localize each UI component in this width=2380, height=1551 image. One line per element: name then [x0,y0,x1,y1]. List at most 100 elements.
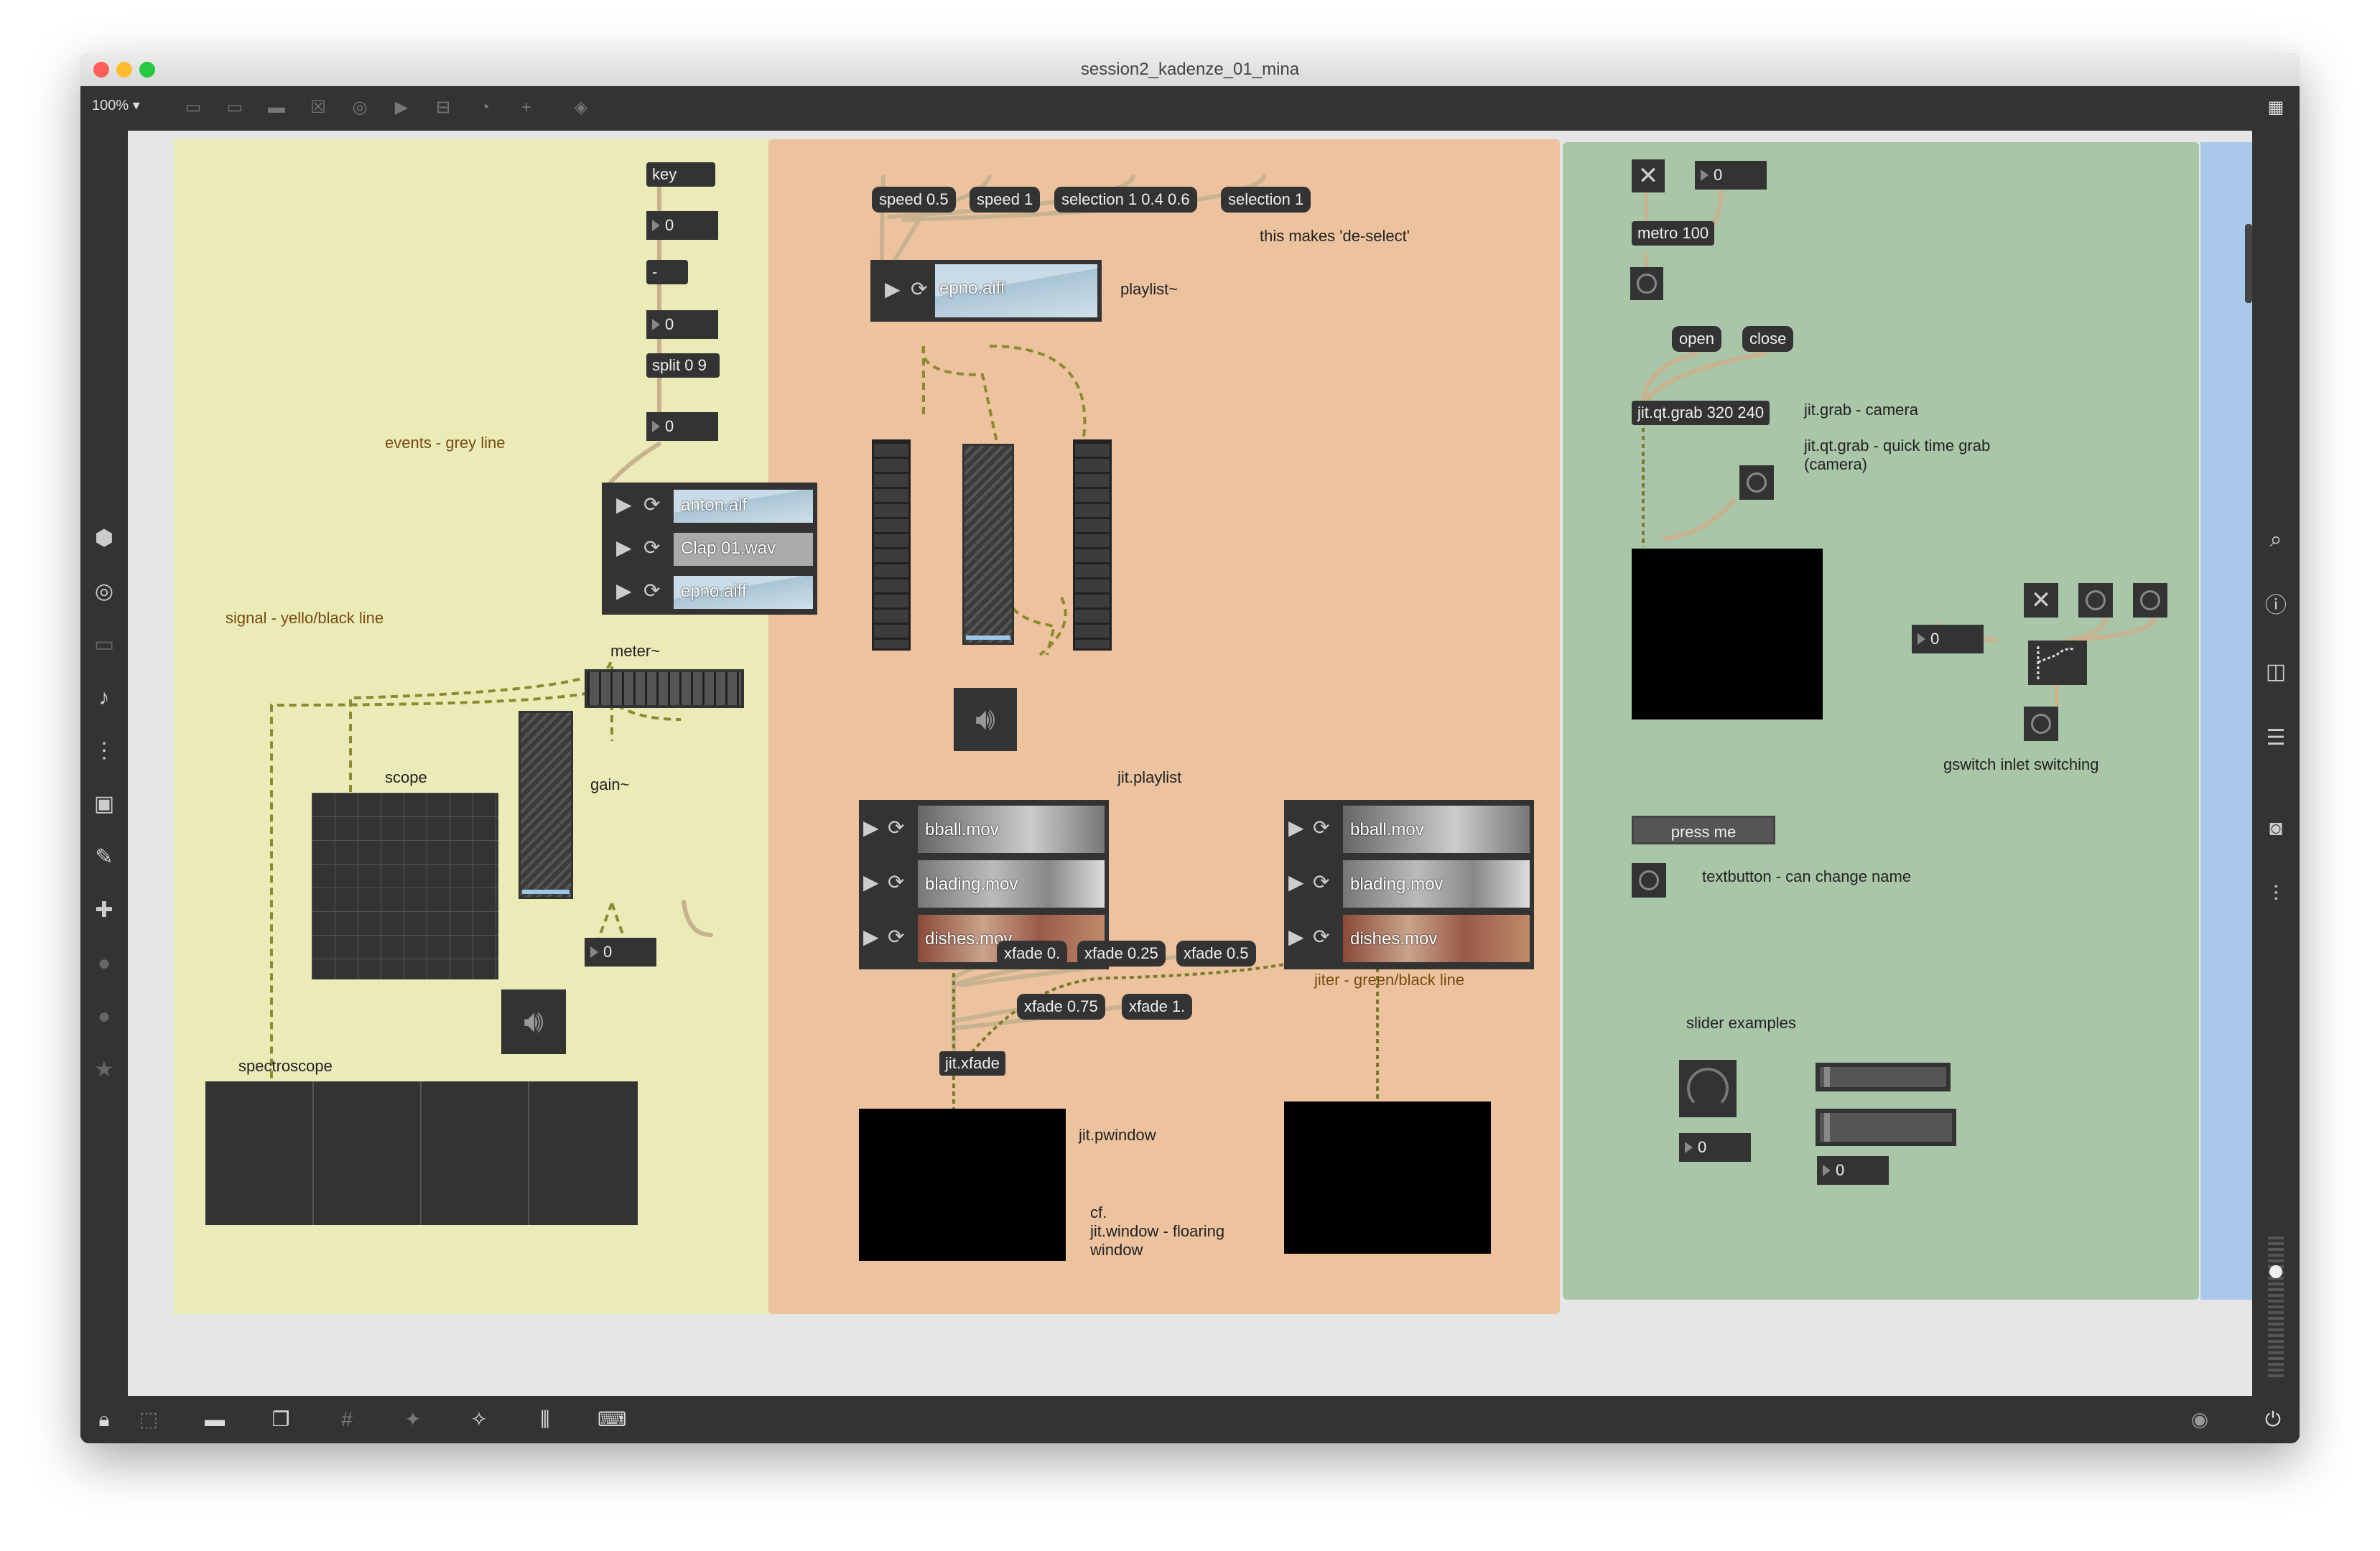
bang-button[interactable] [1630,267,1663,300]
metro-object[interactable]: metro 100 [1632,221,1715,246]
toggle-object[interactable]: ✕ [1632,159,1665,192]
plugin-icon[interactable]: ✚ [90,896,118,925]
number-box[interactable]: 0 [646,310,718,339]
bang-button[interactable] [1739,465,1774,500]
loop-icon[interactable]: ⟳ [888,816,904,839]
target-icon[interactable]: ◎ [90,577,118,606]
gain-slider[interactable] [519,711,573,899]
presentation-select-icon[interactable]: ⬚ [135,1406,162,1433]
message-box[interactable]: selection 1 0.4 0.6 [1054,187,1197,213]
horizontal-slider[interactable] [1816,1063,1951,1091]
loop-icon[interactable]: ⟳ [1313,925,1329,949]
play-icon[interactable]: ▶ [616,493,632,516]
play-icon[interactable]: ▶ [863,870,879,894]
gain-slider[interactable] [962,444,1014,645]
key-object[interactable]: key [646,162,715,187]
playlist-row[interactable]: ▶ ⟳ dishes.mov [859,912,1109,965]
playlist-row[interactable]: ▶ ⟳ anton.aif [602,487,817,526]
number-box[interactable]: 0 [646,211,718,240]
message-box[interactable]: speed 0.5 [872,187,956,213]
toggle-icon[interactable]: ☒ [306,96,330,120]
number-box[interactable]: 0 [1912,625,1984,653]
dial-object-icon[interactable]: ◔ [473,96,497,120]
playlist-row[interactable]: ▶ ⟳ epno.aiff [602,573,817,612]
star-icon[interactable]: ★ [90,1056,118,1084]
playlist-row[interactable]: ▶ ⟳ blading.mov [1284,857,1534,910]
camera-icon[interactable]: ◙ [2262,814,2290,843]
bang-button[interactable] [1632,863,1666,898]
gswitch-object[interactable] [2028,641,2087,685]
b-icon[interactable]: ● [90,1002,118,1031]
loop-icon[interactable]: ⟳ [643,579,660,602]
add-object-icon[interactable]: + [514,96,539,120]
playlist-row[interactable]: ▶ ⟳ bball.mov [1284,803,1534,856]
speaker-icon[interactable]: 🔊︎ [501,989,566,1054]
new-object-icon[interactable]: ▭ [181,96,205,120]
number-box[interactable]: 0 [1695,161,1767,190]
columns-icon[interactable]: ◫ [2262,658,2290,686]
new-message-icon[interactable]: ▭ [223,96,247,120]
paperclip-icon[interactable]: ✎ [90,843,118,872]
wrench-icon[interactable]: ✧ [465,1406,493,1433]
message-box[interactable]: xfade 0. [997,941,1068,967]
mixer-icon[interactable]: ⫶ [2262,880,2290,909]
snap-icon[interactable]: ✦ [399,1406,427,1433]
number-box[interactable]: 0 [646,412,718,441]
clip-icon[interactable]: ⋮ [90,737,118,765]
message-box[interactable]: selection 1 [1221,187,1311,213]
playlist-epno[interactable]: ▶ ⟳ epno.aiff [870,260,1102,322]
open-message[interactable]: open [1672,326,1721,352]
message-box[interactable]: xfade 0.5 [1176,941,1256,967]
comment-icon[interactable]: ▬ [264,96,289,120]
minus-object[interactable]: - [646,260,688,284]
search-icon[interactable]: ⌕ [2262,526,2290,554]
play-icon[interactable]: ▶ [863,816,879,839]
list-icon[interactable]: ☰ [2262,724,2290,753]
message-box[interactable]: xfade 1. [1122,994,1193,1020]
patcher-canvas[interactable]: key 0 - 0 split 0 9 0 events - grey line… [128,131,2252,1396]
number-box[interactable]: 0 [585,938,656,967]
playlist-row[interactable]: ▶ ⟳ blading.mov [859,857,1109,910]
packages-icon[interactable]: ⬢ [90,524,118,553]
jit-playlist-right[interactable]: ▶ ⟳ bball.mov ▶ ⟳ blading.mov ▶ ⟳ dishes… [1284,800,1534,969]
paint-icon[interactable]: ◈ [569,96,593,120]
split-object[interactable]: split 0 9 [646,353,720,378]
play-icon[interactable]: ▶ [885,277,901,301]
loop-icon[interactable]: ⟳ [643,536,660,559]
play-icon[interactable]: ▶ [1288,870,1304,894]
bang-button[interactable] [2078,583,2113,618]
lock-icon[interactable]: 🔒︎ [90,1406,118,1433]
power-icon[interactable]: ⏻ [2259,1406,2287,1433]
windows-icon[interactable]: ❐ [267,1406,294,1433]
loop-icon[interactable]: ⟳ [888,925,904,949]
keyboard-icon[interactable]: ⌨ [598,1406,626,1433]
message-box[interactable]: speed 1 [970,187,1041,213]
horizontal-slider[interactable] [1816,1109,1956,1146]
number-box[interactable]: 0 [1679,1133,1751,1162]
slider-object-icon[interactable]: ⊟ [431,96,455,120]
audio-play-icon[interactable]: ◉ [2186,1406,2213,1433]
jit-playlist-left[interactable]: ▶ ⟳ bball.mov ▶ ⟳ blading.mov ▶ ⟳ dishes… [859,800,1109,969]
mixer-bars-icon[interactable]: ⫼ [531,1406,559,1433]
grid-toggle-icon[interactable]: ▦ [2264,96,2288,120]
gain-handle[interactable] [966,635,1010,640]
playlist-row[interactable]: ▶ ⟳ dishes.mov [1284,912,1534,965]
play-icon[interactable]: ▶ [616,579,632,602]
music-note-icon[interactable]: ♪ [90,684,118,712]
button-object-icon[interactable]: ◎ [348,96,372,120]
close-message[interactable]: close [1742,326,1794,352]
play-icon[interactable]: ▶ [1288,925,1304,949]
bang-button[interactable] [2133,583,2167,618]
presentation-icon[interactable]: ▬ [201,1406,228,1433]
loop-icon[interactable]: ⟳ [643,493,660,516]
playlist-row[interactable]: ▶ ⟳ bball.mov [859,803,1109,856]
dial-object[interactable] [1679,1060,1737,1117]
volume-slider-knob[interactable] [2269,1265,2282,1278]
playlist-audio[interactable]: ▶ ⟳ anton.aif ▶ ⟳ Clap 01.wav ▶ ⟳ epno.a… [602,483,817,615]
message-box[interactable]: xfade 0.25 [1077,941,1166,967]
media-icon[interactable]: ▭ [90,630,118,659]
jit-xfade-object[interactable]: jit.xfade [939,1051,1005,1076]
image-icon[interactable]: ▣ [90,790,118,819]
speaker-icon[interactable]: 🔊︎ [954,688,1017,751]
playbar-icon[interactable]: ▶ [389,96,414,120]
